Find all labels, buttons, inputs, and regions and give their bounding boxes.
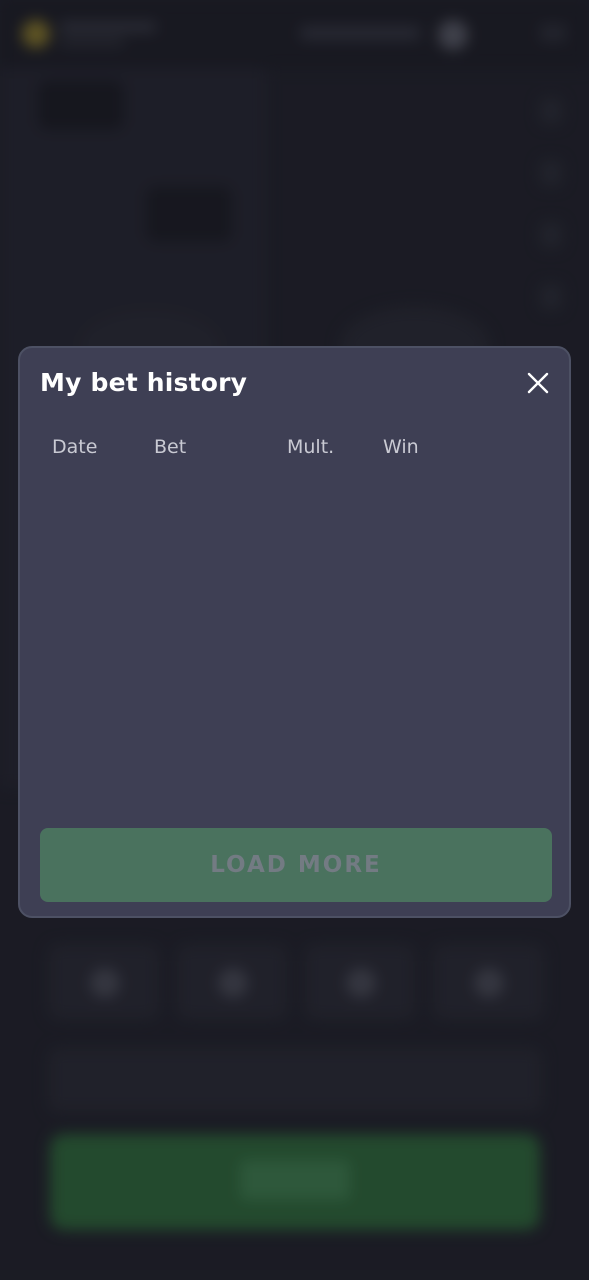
close-button[interactable] <box>525 370 551 396</box>
load-more-button[interactable]: LOAD MORE <box>40 828 552 902</box>
column-win: Win <box>383 436 419 458</box>
column-multiplier: Mult. <box>287 436 335 458</box>
modal-title: My bet history <box>40 368 248 397</box>
bet-history-list <box>40 478 551 818</box>
table-header: Date Bet Mult. Win <box>20 436 569 466</box>
bet-history-modal: My bet history Date Bet Mult. Win LOAD M… <box>18 346 571 918</box>
column-date: Date <box>52 436 98 458</box>
column-bet: Bet <box>154 436 187 458</box>
close-icon <box>527 372 549 394</box>
